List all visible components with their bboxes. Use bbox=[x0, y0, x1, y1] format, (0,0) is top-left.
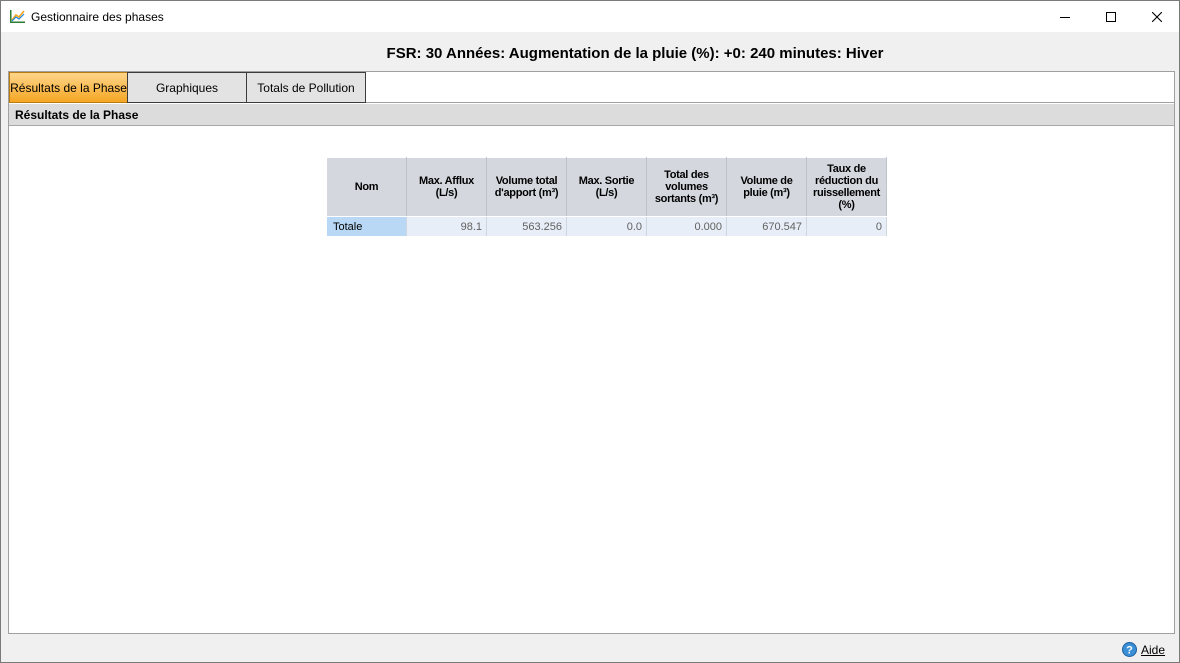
column-header-max-outflow[interactable]: Max. Sortie (L/s) bbox=[566, 157, 647, 217]
column-header-runoff-reduction[interactable]: Taux de réduction du ruissellement (%) bbox=[806, 157, 887, 217]
column-header-total-outflow-volume[interactable]: Total des volumes sortants (m³) bbox=[646, 157, 727, 217]
close-button[interactable] bbox=[1134, 1, 1180, 32]
cell-total-inflow-volume[interactable]: 563.256 bbox=[486, 216, 567, 237]
tab-phase-results[interactable]: Résultats de la Phase bbox=[9, 72, 128, 103]
help-label[interactable]: Aide bbox=[1141, 643, 1165, 657]
close-icon bbox=[1152, 11, 1162, 22]
column-header-max-inflow[interactable]: Max. Afflux (L/s) bbox=[406, 157, 487, 217]
maximize-icon bbox=[1106, 11, 1116, 22]
column-header-total-inflow-volume[interactable]: Volume total d'apport (m³) bbox=[486, 157, 567, 217]
cell-max-outflow[interactable]: 0.0 bbox=[566, 216, 647, 237]
tab-control: Résultats de la Phase Graphiques Totals … bbox=[8, 71, 1175, 634]
column-header-rain-volume[interactable]: Volume de pluie (m³) bbox=[726, 157, 807, 217]
section-header: Résultats de la Phase bbox=[9, 104, 1174, 126]
table-header-row: Nom Max. Afflux (L/s) Volume total d'app… bbox=[326, 157, 887, 217]
title-bar[interactable]: Gestionnaire des phases bbox=[1, 1, 1179, 32]
cell-name[interactable]: Totale bbox=[326, 216, 407, 237]
svg-text:?: ? bbox=[1126, 645, 1133, 657]
help-icon: ? bbox=[1122, 642, 1137, 657]
minimize-icon bbox=[1060, 16, 1070, 18]
cell-rain-volume[interactable]: 670.547 bbox=[726, 216, 807, 237]
table-row[interactable]: Totale 98.1 563.256 0.0 0.000 670.547 0 bbox=[326, 216, 887, 237]
cell-total-outflow-volume[interactable]: 0.000 bbox=[646, 216, 727, 237]
tab-pollution-totals[interactable]: Totals de Pollution bbox=[246, 72, 366, 103]
tab-strip: Résultats de la Phase Graphiques Totals … bbox=[9, 72, 1174, 103]
section-title: Résultats de la Phase bbox=[15, 108, 139, 122]
maximize-button[interactable] bbox=[1088, 1, 1134, 32]
app-chart-icon bbox=[9, 8, 26, 25]
minimize-button[interactable] bbox=[1042, 1, 1088, 32]
help-button[interactable]: ? Aide bbox=[1122, 642, 1165, 657]
column-header-name[interactable]: Nom bbox=[326, 157, 407, 217]
phase-caption: FSR: 30 Années: Augmentation de la pluie… bbox=[386, 45, 884, 62]
phase-manager-window: Gestionnaire des phases FSR: 30 Années: … bbox=[0, 0, 1180, 663]
results-table: Nom Max. Afflux (L/s) Volume total d'app… bbox=[326, 157, 887, 237]
window-title: Gestionnaire des phases bbox=[31, 10, 164, 24]
cell-runoff-reduction[interactable]: 0 bbox=[806, 216, 887, 237]
cell-max-inflow[interactable]: 98.1 bbox=[406, 216, 487, 237]
tab-graphs[interactable]: Graphiques bbox=[127, 72, 247, 103]
